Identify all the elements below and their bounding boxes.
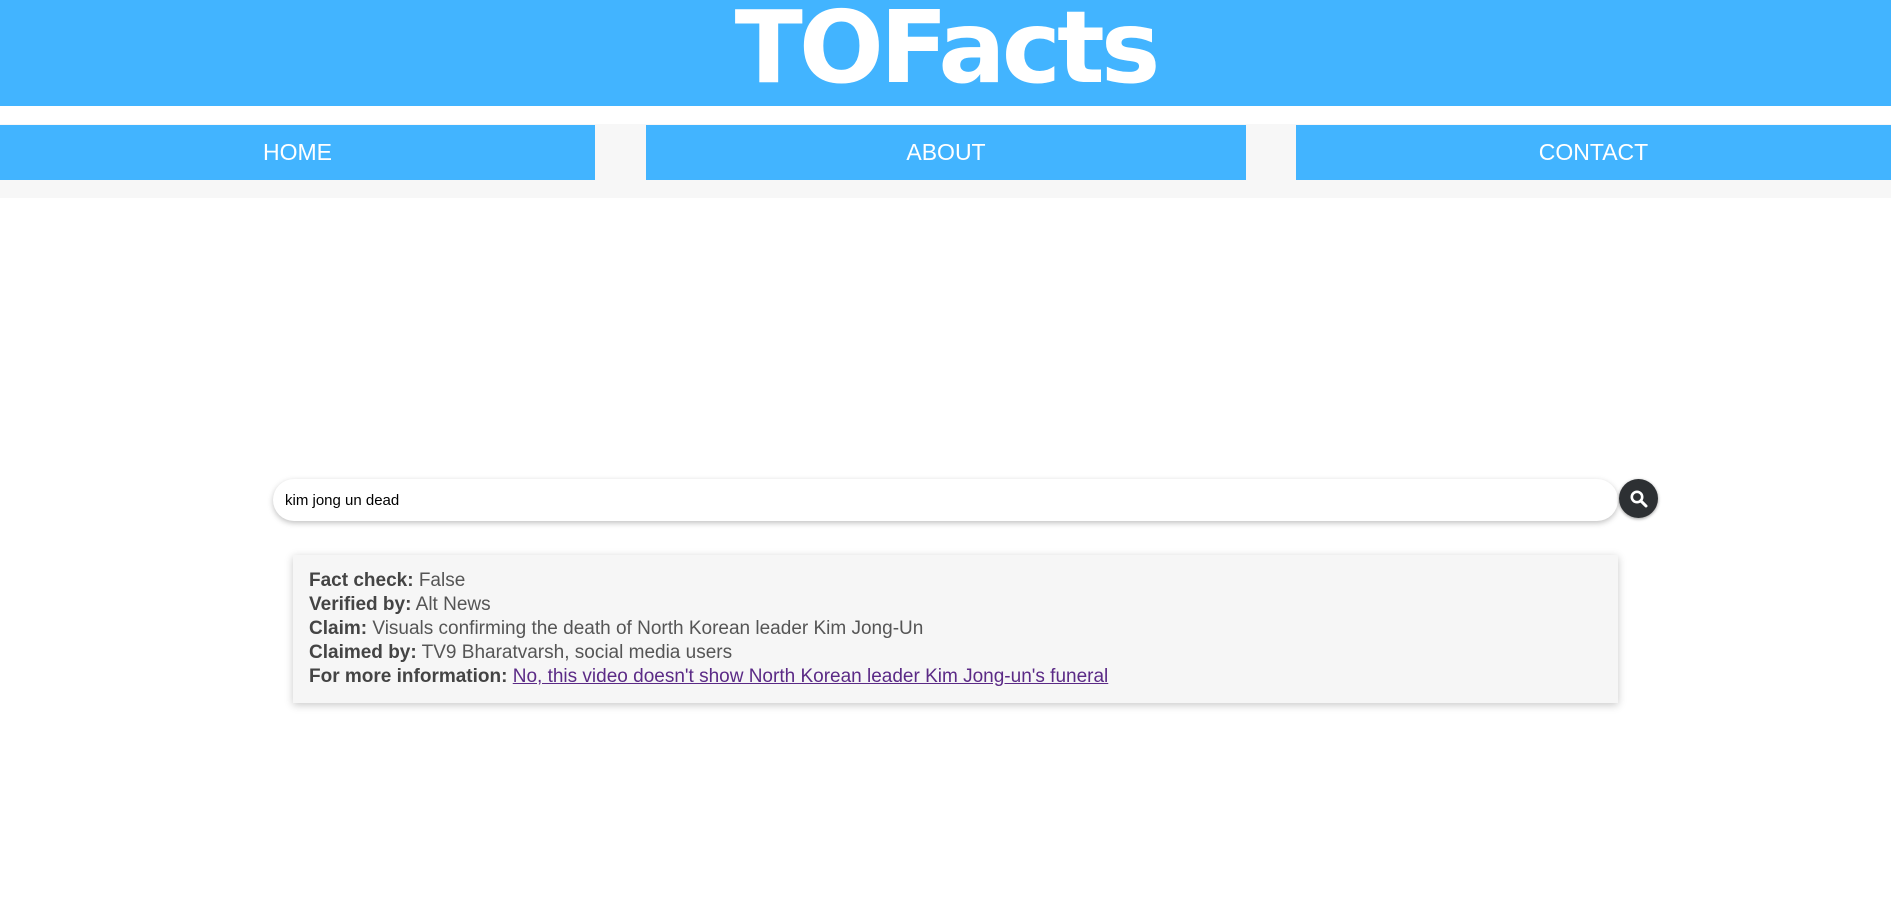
claim-row: Claim: Visuals confirming the death of N… [309, 617, 1602, 641]
nav-home-button[interactable]: HOME [0, 125, 595, 180]
claimed-by-value: TV9 Bharatvarsh, social media users [421, 642, 733, 663]
more-info-label: For more information: [309, 666, 508, 687]
fact-check-result: Fact check: False Verified by: Alt News … [293, 555, 1618, 703]
claim-value: Visuals confirming the death of North Ko… [372, 618, 924, 639]
search-input[interactable] [273, 479, 1618, 521]
claimed-by-row: Claimed by: TV9 Bharatvarsh, social medi… [309, 641, 1602, 665]
site-title[interactable]: TOFacts [735, 0, 1161, 98]
more-info-row: For more information: No, this video doe… [309, 665, 1602, 689]
verified-by-row: Verified by: Alt News [309, 593, 1602, 617]
more-info-link[interactable]: No, this video doesn't show North Korean… [513, 666, 1109, 687]
claimed-by-label: Claimed by: [309, 642, 417, 663]
nav-about-button[interactable]: ABOUT [646, 125, 1246, 180]
search-box [273, 479, 1618, 521]
fact-check-row: Fact check: False [309, 569, 1602, 593]
claim-label: Claim: [309, 618, 368, 639]
fact-check-value: False [418, 570, 466, 591]
search-button[interactable] [1619, 479, 1658, 518]
nav-spacer [0, 106, 1891, 124]
fact-check-label: Fact check: [309, 570, 414, 591]
verified-by-value: Alt News [415, 594, 491, 615]
nav-contact-button[interactable]: CONTACT [1296, 125, 1891, 180]
site-header: TOFacts [0, 0, 1891, 106]
verified-by-label: Verified by: [309, 594, 412, 615]
search-icon [1630, 490, 1647, 507]
